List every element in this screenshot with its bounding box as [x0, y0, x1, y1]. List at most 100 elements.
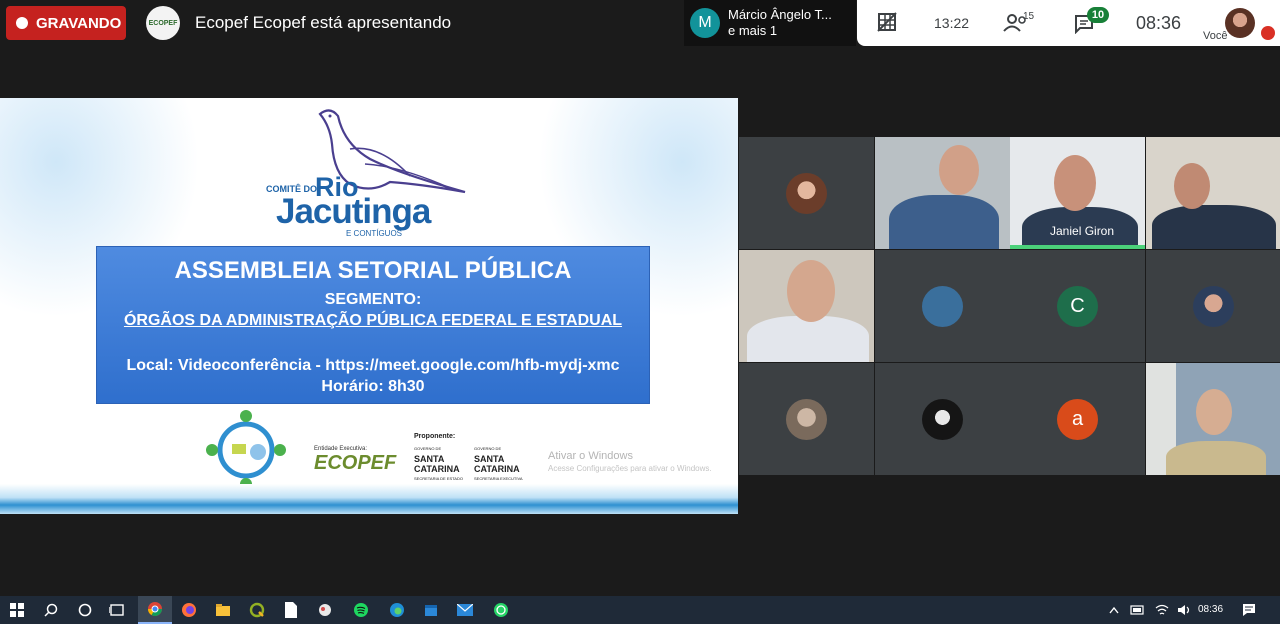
participant-tile-c[interactable]: C — [1010, 250, 1145, 362]
participant-avatar — [922, 399, 963, 440]
speaker-more: e mais 1 — [728, 23, 778, 38]
recording-label: GRAVANDO — [36, 14, 122, 32]
participant-body — [1166, 441, 1266, 475]
task-view-icon — [109, 604, 124, 616]
proponent-label: Proponente: — [414, 433, 456, 440]
layout-grid-icon[interactable] — [877, 12, 897, 32]
presenter-avatar: ECOPEF — [146, 6, 180, 40]
participant-tile[interactable] — [875, 250, 1010, 362]
participant-face — [1174, 163, 1210, 209]
firefox-icon — [182, 603, 196, 617]
ecopef-logo: ECOPEF — [314, 452, 397, 474]
clock: 08:36 — [1136, 13, 1182, 33]
participants-count: 15 — [1023, 11, 1035, 22]
taskbar-file-explorer[interactable] — [206, 596, 240, 624]
mail-icon — [457, 604, 473, 616]
snipping-icon — [319, 604, 331, 616]
logo-jacutinga-text: Jacutinga — [276, 192, 431, 231]
self-label: Você — [1203, 30, 1228, 42]
chat-count-badge: 10 — [1087, 7, 1109, 23]
taskbar-chrome[interactable] — [138, 596, 172, 624]
taskbar-whatsapp[interactable] — [484, 596, 518, 624]
qgis-icon — [249, 602, 265, 618]
record-dot-icon — [16, 17, 28, 29]
chevron-up-icon — [1109, 606, 1119, 614]
participant-face — [787, 260, 835, 322]
wifi-icon — [1155, 604, 1169, 615]
active-speaker-chip[interactable]: M Márcio Ângelo T... e mais 1 — [684, 0, 856, 46]
windows-activation-title: Ativar o Windows — [548, 450, 633, 462]
taskbar-app-snip[interactable] — [308, 596, 342, 624]
participant-video-tile[interactable] — [875, 137, 1010, 249]
tray-expand-button[interactable] — [1100, 596, 1128, 624]
partner-circle-logo-icon — [206, 410, 286, 490]
windows-taskbar: 08:36 — [0, 596, 1280, 624]
sc2-name: SANTA CATARINA — [474, 454, 520, 474]
windows-start-button[interactable] — [0, 596, 34, 624]
participant-tile[interactable] — [739, 137, 874, 249]
presenter-status: Ecopef Ecopef está apresentando — [195, 13, 452, 32]
banner-title: ASSEMBLEIA SETORIAL PÚBLICA — [174, 257, 572, 284]
taskbar-spotify[interactable] — [344, 596, 378, 624]
speaking-indicator — [1010, 245, 1145, 249]
meet-top-bar: GRAVANDO ECOPEF Ecopef Ecopef está apres… — [0, 0, 1280, 46]
participant-video-tile[interactable] — [1146, 137, 1280, 249]
meeting-time: 13:22 — [934, 15, 970, 31]
recording-badge[interactable]: GRAVANDO — [6, 6, 126, 40]
participant-tile[interactable] — [875, 363, 1010, 475]
taskbar-document[interactable] — [274, 596, 308, 624]
taskbar-mail[interactable] — [448, 596, 482, 624]
participant-face — [1054, 155, 1096, 211]
tray-volume[interactable] — [1172, 596, 1196, 624]
taskbar-firefox[interactable] — [172, 596, 206, 624]
document-icon — [285, 602, 297, 618]
participant-video-tile-janiel[interactable]: Janiel Giron — [1010, 137, 1145, 249]
search-icon — [44, 603, 58, 617]
participant-tile[interactable] — [1146, 250, 1280, 362]
spotify-icon — [354, 603, 368, 617]
participant-avatar-initial: C — [1057, 286, 1098, 327]
tray-battery[interactable] — [1126, 596, 1150, 624]
taskbar-calendar[interactable] — [414, 596, 448, 624]
participant-face — [939, 145, 979, 195]
participant-body — [1152, 205, 1276, 249]
banner-segment: SEGMENTO: — [324, 291, 422, 308]
participant-avatar — [786, 173, 827, 214]
banner-organs: ÓRGÃOS DA ADMINISTRAÇÃO PÚBLICA FEDERAL … — [123, 312, 623, 329]
participant-body — [889, 195, 999, 249]
participant-name-label: Janiel Giron — [1050, 224, 1115, 238]
assembly-banner: ASSEMBLEIA SETORIAL PÚBLICA SEGMENTO: ÓR… — [96, 246, 650, 404]
sc2-top: GOVERNO DE — [474, 446, 502, 451]
banner-local: Local: Videoconferência - https://meet.g… — [126, 357, 620, 374]
whatsapp-icon — [494, 603, 508, 617]
task-view-button[interactable] — [100, 596, 134, 624]
action-center-button[interactable] — [1234, 596, 1264, 624]
cortana-button[interactable] — [68, 596, 102, 624]
system-clock[interactable]: 08:36 — [1198, 604, 1223, 615]
cortana-circle-icon — [78, 603, 92, 617]
participant-tile[interactable] — [739, 363, 874, 475]
participant-tile-a[interactable]: a — [1010, 363, 1145, 475]
participant-avatar — [1193, 286, 1234, 327]
sc1-top: GOVERNO DE — [414, 446, 442, 451]
participant-video-tile[interactable] — [1146, 363, 1280, 475]
speaker-name: Márcio Ângelo T... — [728, 7, 832, 22]
presenter-logo-text: ECOPEF — [148, 19, 178, 27]
participant-video-tile[interactable] — [739, 250, 874, 362]
mic-off-icon — [1261, 26, 1275, 40]
participant-avatar-initial: a — [1057, 399, 1098, 440]
participant-body — [747, 316, 869, 362]
presentation-slide: COMITÊ DO Rio Jacutinga E CONTÍGUOS ASSE… — [0, 98, 738, 514]
windows-activation-subtitle: Acesse Configurações para ativar o Windo… — [548, 464, 712, 473]
taskbar-app-q[interactable] — [240, 596, 274, 624]
notifications-icon — [1243, 604, 1255, 616]
taskbar-edge[interactable] — [380, 596, 414, 624]
sc1-name: SANTA CATARINA — [414, 454, 460, 474]
participant-avatar — [786, 399, 827, 440]
self-avatar[interactable] — [1225, 8, 1255, 38]
meeting-controls: 13:22 15 10 08:36 Você — [857, 0, 1280, 46]
slide-wave-decoration — [0, 484, 738, 514]
search-button[interactable] — [34, 596, 68, 624]
tray-wifi[interactable] — [1150, 596, 1174, 624]
windows-logo-icon — [10, 603, 24, 617]
